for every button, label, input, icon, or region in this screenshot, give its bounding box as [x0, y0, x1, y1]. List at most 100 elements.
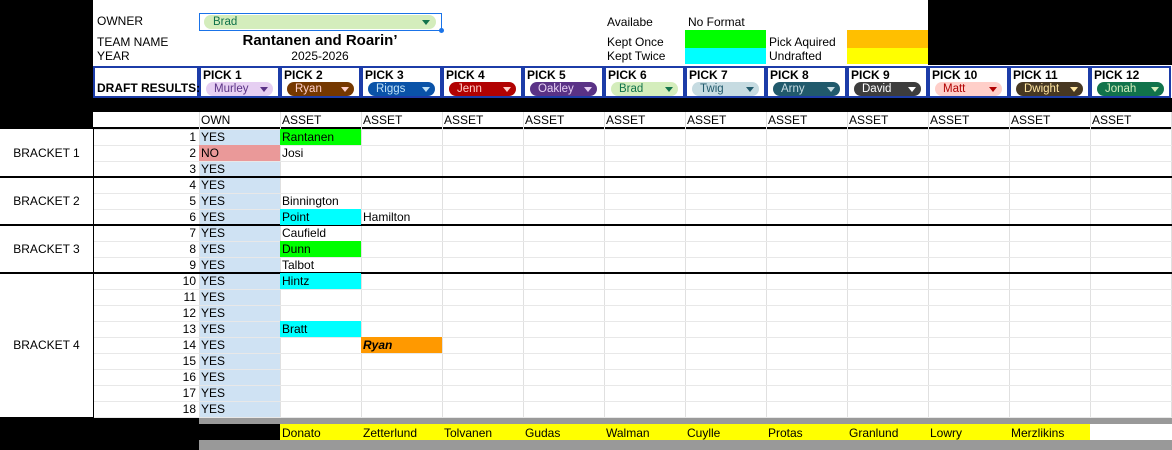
pick-label: PICK 8 — [770, 68, 809, 82]
pick-owner-dropdown[interactable]: Matt — [935, 82, 1002, 96]
pick-label: PICK 3 — [365, 68, 404, 82]
undrafted-gray-bar-bottom — [199, 440, 1172, 450]
row-number: 15 — [182, 354, 196, 368]
asset-column-header: ASSET — [849, 113, 889, 127]
grid-vline — [1090, 112, 1091, 417]
grid-vline — [361, 112, 362, 417]
pick-owner-dropdown[interactable]: Ryan — [287, 82, 354, 96]
own-cell[interactable]: YES — [201, 354, 225, 368]
asset-cell[interactable]: Point — [282, 210, 309, 224]
legend-kept-twice-swatch — [685, 48, 766, 64]
own-cell[interactable]: YES — [201, 162, 225, 176]
pick-owner-label: Matt — [943, 83, 966, 95]
undrafted-player[interactable]: Zetterlund — [363, 426, 417, 440]
own-cell[interactable]: YES — [201, 386, 225, 400]
grid-vline — [280, 112, 281, 417]
pick-owner-dropdown[interactable]: Brad — [611, 82, 678, 96]
pick-owner-label: Oakley — [538, 83, 574, 95]
undrafted-player[interactable]: Donato — [282, 426, 321, 440]
pick-cell-8: PICK 8 Arny — [766, 66, 847, 98]
grid-hline — [94, 305, 1172, 306]
own-column-header: OWN — [201, 113, 231, 127]
asset-column-header: ASSET — [444, 113, 484, 127]
asset-cell[interactable]: Caufield — [282, 226, 326, 240]
own-cell[interactable]: YES — [201, 402, 225, 416]
undrafted-player[interactable]: Granlund — [849, 426, 898, 440]
pick-cell-3: PICK 3 Riggs — [361, 66, 442, 98]
pick-owner-label: David — [862, 83, 892, 95]
chevron-down-icon — [584, 87, 592, 92]
asset-cell[interactable]: Hamilton — [363, 210, 410, 224]
chevron-down-icon — [341, 87, 349, 92]
grid-hline — [94, 209, 1172, 210]
pick-owner-label: Brad — [619, 83, 644, 95]
pick-owner-label: Twig — [700, 83, 724, 95]
asset-cell[interactable]: Bratt — [282, 322, 307, 336]
asset-cell[interactable]: Binnington — [282, 194, 339, 208]
own-cell[interactable]: YES — [201, 130, 225, 144]
bracket-label: BRACKET 1 — [13, 146, 80, 160]
undrafted-player[interactable]: Cuylle — [687, 426, 720, 440]
asset-cell[interactable]: Rantanen — [282, 130, 334, 144]
pick-owner-dropdown[interactable]: Riggs — [368, 82, 435, 96]
undrafted-player[interactable]: Lowry — [930, 426, 962, 440]
pick-label: PICK 5 — [527, 68, 566, 82]
own-cell[interactable]: YES — [201, 210, 225, 224]
own-cell[interactable]: YES — [201, 370, 225, 384]
pick-owner-dropdown[interactable]: Jonah — [1097, 82, 1164, 96]
pick-cell-11: PICK 11 Dwight — [1009, 66, 1090, 98]
owner-dropdown[interactable]: Brad — [204, 15, 436, 29]
legend-no-format: No Format — [688, 15, 745, 29]
draft-results-label: DRAFT RESULTS: — [97, 81, 201, 95]
undrafted-player[interactable]: Gudas — [525, 426, 560, 440]
asset-cell[interactable]: Ryan — [363, 338, 392, 352]
undrafted-player[interactable]: Protas — [768, 426, 803, 440]
own-cell[interactable]: YES — [201, 274, 225, 288]
own-cell[interactable]: YES — [201, 194, 225, 208]
bracket-label: BRACKET 3 — [13, 242, 80, 256]
own-cell[interactable]: YES — [201, 338, 225, 352]
pick-owner-dropdown[interactable]: Twig — [692, 82, 759, 96]
pick-cell-10: PICK 10 Matt — [928, 66, 1009, 98]
grid-hline — [94, 289, 1172, 290]
own-cell[interactable]: YES — [201, 322, 225, 336]
pick-owner-dropdown[interactable]: Murley — [206, 82, 273, 96]
row-number: 6 — [189, 210, 196, 224]
grid-vline — [604, 112, 605, 417]
asset-cell[interactable]: Hintz — [282, 274, 309, 288]
undrafted-player[interactable]: Tolvanen — [444, 426, 492, 440]
pick-cell-5: PICK 5 Oakley — [523, 66, 604, 98]
own-cell[interactable]: YES — [201, 178, 225, 192]
asset-cell[interactable]: Josi — [282, 146, 303, 160]
asset-column-header: ASSET — [1092, 113, 1132, 127]
asset-column-header: ASSET — [768, 113, 808, 127]
row-number: 16 — [182, 370, 196, 384]
pick-owner-dropdown[interactable]: Jenn — [449, 82, 516, 96]
pick-cell-7: PICK 7 Twig — [685, 66, 766, 98]
own-cell[interactable]: YES — [201, 306, 225, 320]
undrafted-player[interactable]: Merzlikins — [1011, 426, 1064, 440]
grid-hline — [94, 417, 1172, 418]
asset-cell[interactable]: Dunn — [282, 242, 311, 256]
pick-label: PICK 6 — [608, 68, 647, 82]
legend-undrafted: Undrafted — [769, 49, 822, 63]
pick-owner-label: Jenn — [457, 83, 482, 95]
undrafted-player[interactable]: Walman — [606, 426, 650, 440]
pick-owner-dropdown[interactable]: Oakley — [530, 82, 597, 96]
grid-vline — [523, 112, 524, 417]
pick-owner-dropdown[interactable]: David — [854, 82, 921, 96]
own-cell[interactable]: NO — [201, 146, 219, 160]
row-number: 4 — [189, 178, 196, 192]
own-cell[interactable]: YES — [201, 258, 225, 272]
own-cell[interactable]: YES — [201, 226, 225, 240]
team-name-label: TEAM NAME — [97, 35, 169, 49]
chevron-down-icon — [746, 87, 754, 92]
pick-owner-dropdown[interactable]: Arny — [773, 82, 840, 96]
grid-hline — [94, 257, 1172, 258]
chevron-down-icon — [908, 87, 916, 92]
own-cell[interactable]: YES — [201, 290, 225, 304]
pick-owner-dropdown[interactable]: Dwight — [1016, 82, 1083, 96]
own-cell[interactable]: YES — [201, 242, 225, 256]
asset-cell[interactable]: Talbot — [282, 258, 314, 272]
right-black-top — [928, 0, 1172, 65]
